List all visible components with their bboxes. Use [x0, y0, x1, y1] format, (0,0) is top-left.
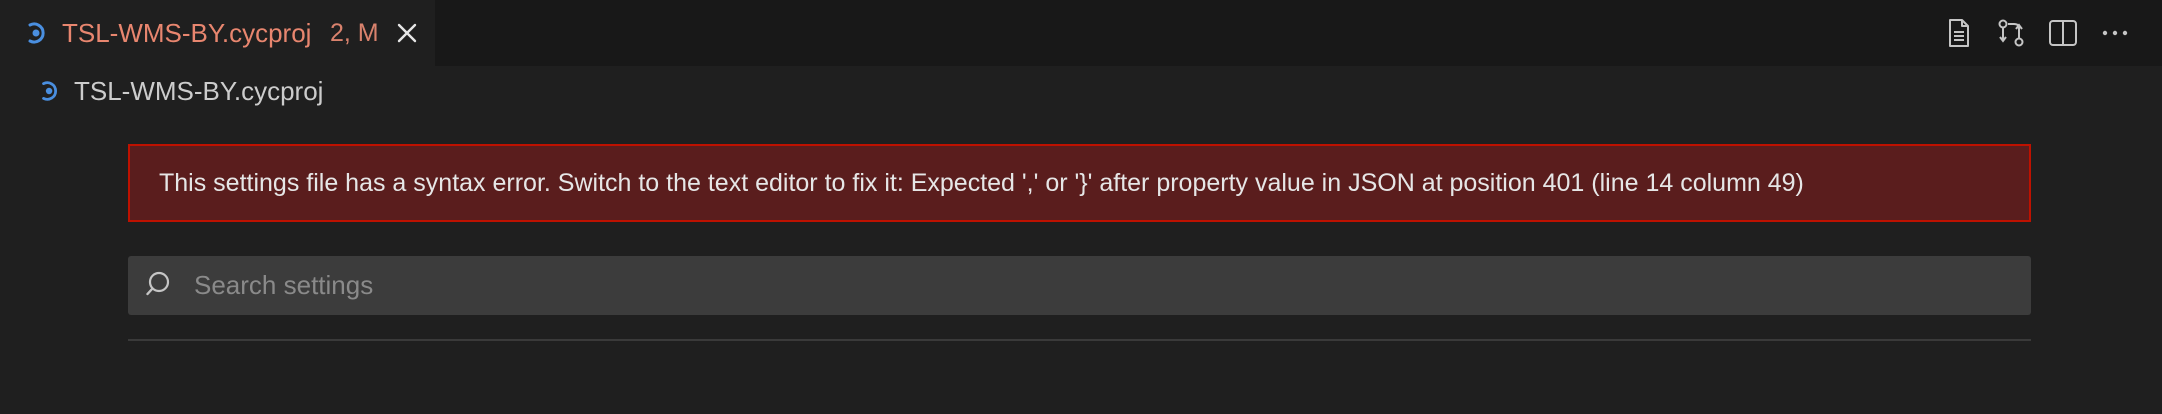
search-box[interactable]: [128, 256, 2031, 315]
breadcrumb-label: TSL-WMS-BY.cycproj: [74, 75, 324, 106]
close-icon: [397, 23, 417, 43]
breadcrumb[interactable]: TSL-WMS-BY.cycproj: [38, 74, 323, 108]
tab-settings-file[interactable]: TSL-WMS-BY.cycproj 2, M: [0, 0, 435, 66]
editor-actions: [1940, 14, 2140, 52]
error-message: This settings file has a syntax error. S…: [159, 168, 1804, 197]
open-settings-json-button[interactable]: [1940, 14, 1978, 52]
split-editor-icon: [2049, 20, 2077, 46]
more-actions-button[interactable]: [2096, 14, 2134, 52]
search-icon: [146, 271, 170, 296]
compare-changes-button[interactable]: [1992, 14, 2030, 52]
tab-title: TSL-WMS-BY.cycproj: [62, 18, 312, 48]
more-actions-icon: [2102, 30, 2128, 36]
tab-close-button[interactable]: [392, 18, 422, 48]
tab-problem-badge: 2, M: [330, 19, 379, 47]
settings-editor-window: TSL-WMS-BY.cycproj 2, M TSL-WMS-BY.cycpr…: [0, 0, 2162, 414]
settings-file-icon: [28, 22, 45, 44]
open-settings-json-icon: [1949, 19, 1969, 47]
compare-changes-icon: [1998, 19, 2024, 47]
settings-file-icon: [42, 81, 57, 101]
search-input[interactable]: [194, 256, 2014, 315]
split-editor-button[interactable]: [2044, 14, 2082, 52]
syntax-error-banner: This settings file has a syntax error. S…: [128, 144, 2031, 222]
search-divider: [128, 339, 2031, 341]
tab-bar: TSL-WMS-BY.cycproj 2, M: [0, 0, 2162, 66]
